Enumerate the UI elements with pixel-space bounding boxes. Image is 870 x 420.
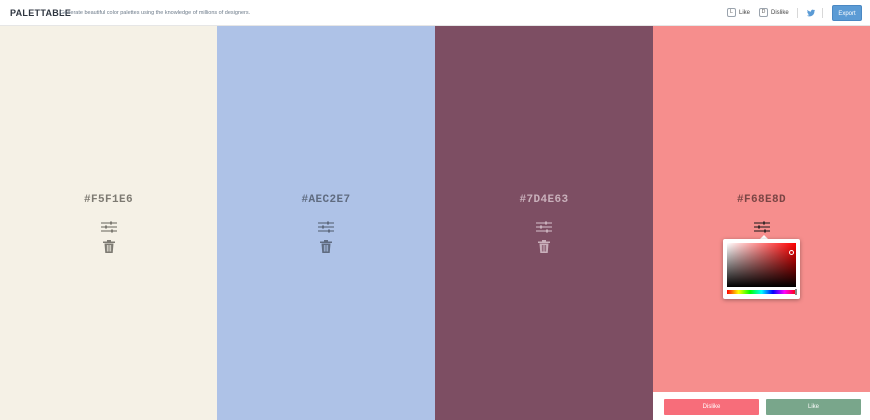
swatch-hex-label: #7D4E63: [519, 194, 569, 206]
vote-bar: Dislike Like: [653, 392, 870, 420]
adjust-sliders-icon[interactable]: [318, 221, 334, 233]
swatch-hex-label: #AEC2E7: [301, 194, 351, 206]
divider: [822, 8, 823, 18]
color-swatch-4[interactable]: #F68E8D: [653, 26, 870, 420]
trash-icon[interactable]: [538, 240, 550, 253]
trash-icon[interactable]: [102, 240, 115, 253]
saturation-value-handle[interactable]: [789, 250, 794, 255]
adjust-sliders-icon[interactable]: [536, 221, 552, 233]
color-picker-popover: [723, 239, 800, 299]
dislike-button[interactable]: Dislike: [664, 399, 759, 415]
export-button[interactable]: Export: [832, 5, 862, 21]
swatch-hex-label: #F68E8D: [736, 194, 786, 206]
like-button[interactable]: Like: [766, 399, 861, 415]
dislike-shortcut-button[interactable]: D Dislike: [759, 8, 789, 17]
hue-slider-handle[interactable]: [795, 289, 797, 295]
like-shortcut-button[interactable]: L Like: [727, 8, 750, 17]
like-key-badge: L: [727, 8, 736, 17]
top-bar: PALETTABLE Generate beautiful color pale…: [0, 0, 870, 26]
dislike-key-badge: D: [759, 8, 768, 17]
trash-icon[interactable]: [320, 240, 332, 253]
color-swatch-1[interactable]: #F5F1E6: [0, 26, 217, 420]
saturation-value-area[interactable]: [727, 243, 796, 287]
adjust-sliders-icon[interactable]: [100, 221, 117, 233]
color-swatch-3[interactable]: #7D4E63: [435, 26, 653, 420]
swatch-hex-label: #F5F1E6: [83, 194, 133, 206]
hue-slider[interactable]: [727, 290, 796, 294]
color-swatch-2[interactable]: #AEC2E7: [217, 26, 435, 420]
tagline: Generate beautiful color palettes using …: [60, 10, 251, 16]
twitter-icon[interactable]: [806, 8, 816, 18]
divider: [797, 8, 798, 18]
adjust-sliders-icon[interactable]: [753, 221, 770, 233]
palette-area: #F5F1E6 #AEC2E7 #7D4E63 #F68E8D: [0, 26, 870, 420]
like-label: Like: [739, 9, 751, 16]
dislike-label: Dislike: [771, 9, 789, 16]
